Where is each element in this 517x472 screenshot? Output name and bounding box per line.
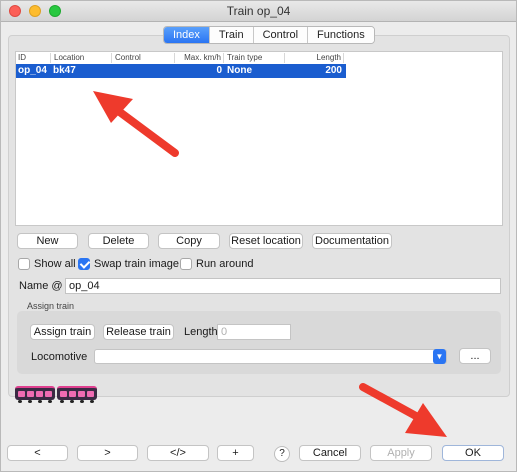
train-dialog: Train op_04 Index Train Control Function… <box>0 0 517 472</box>
train-table[interactable]: ID Location Control Max. km/h Train type… <box>15 51 503 226</box>
locomotive-label: Locomotive <box>31 351 88 363</box>
tab-index[interactable]: Index <box>164 27 210 43</box>
tab-control[interactable]: Control <box>253 27 309 43</box>
train-images <box>15 386 97 403</box>
cell-train-type: None <box>227 65 252 76</box>
apply-button[interactable]: Apply <box>370 445 432 461</box>
name-field[interactable]: op_04 <box>65 278 501 294</box>
add-button[interactable]: + <box>217 445 254 461</box>
table-header: ID Location Control Max. km/h Train type… <box>16 52 346 63</box>
length-label: Length <box>184 326 218 338</box>
window-title: Train op_04 <box>226 4 291 18</box>
help-button[interactable]: ? <box>274 446 290 462</box>
documentation-button[interactable]: Documentation <box>312 233 392 249</box>
length-field[interactable]: 0 <box>217 324 291 340</box>
code-button[interactable]: </> <box>147 445 209 461</box>
swap-image-option[interactable]: Swap train image <box>78 257 179 271</box>
assign-train-group <box>17 311 501 374</box>
titlebar: Train op_04 <box>1 1 516 22</box>
swap-image-checkbox[interactable] <box>78 258 90 270</box>
cell-location: bk47 <box>53 65 76 76</box>
release-train-button[interactable]: Release train <box>103 324 174 340</box>
cell-length: 200 <box>325 65 342 76</box>
new-button[interactable]: New <box>17 233 78 249</box>
train-image-icon <box>15 386 55 403</box>
show-all-option[interactable]: Show all <box>18 257 76 271</box>
chevron-down-icon[interactable]: ▼ <box>433 349 446 364</box>
train-image-icon <box>57 386 97 403</box>
cell-id: op_04 <box>18 65 47 76</box>
assign-train-title: Assign train <box>27 301 75 311</box>
tab-functions[interactable]: Functions <box>308 27 374 43</box>
reset-location-button[interactable]: Reset location <box>229 233 303 249</box>
table-row[interactable]: op_04 bk47 0 None 200 <box>16 64 346 78</box>
assign-train-button[interactable]: Assign train <box>30 324 95 340</box>
tab-bar: Index Train Control Functions <box>163 26 375 44</box>
show-all-checkbox[interactable] <box>18 258 30 270</box>
run-around-checkbox[interactable] <box>180 258 192 270</box>
col-max-kmh[interactable]: Max. km/h <box>176 53 224 63</box>
col-length[interactable]: Length <box>286 53 344 63</box>
locomotive-more-button[interactable]: ... <box>459 348 491 364</box>
show-all-label: Show all <box>34 258 76 270</box>
col-train-type[interactable]: Train type <box>225 53 285 63</box>
delete-button[interactable]: Delete <box>88 233 149 249</box>
ok-button[interactable]: OK <box>442 445 504 461</box>
cancel-button[interactable]: Cancel <box>299 445 361 461</box>
next-button[interactable]: > <box>77 445 138 461</box>
name-label: Name @ <box>19 280 63 292</box>
run-around-option[interactable]: Run around <box>180 257 254 271</box>
swap-image-label: Swap train image <box>94 258 179 270</box>
copy-button[interactable]: Copy <box>158 233 220 249</box>
locomotive-select[interactable]: ▼ <box>94 349 447 364</box>
run-around-label: Run around <box>196 258 254 270</box>
cell-max-kmh: 0 <box>216 65 222 76</box>
tab-train[interactable]: Train <box>209 27 254 43</box>
col-control[interactable]: Control <box>113 53 175 63</box>
col-location[interactable]: Location <box>52 53 112 63</box>
col-id[interactable]: ID <box>16 53 51 63</box>
previous-button[interactable]: < <box>7 445 68 461</box>
